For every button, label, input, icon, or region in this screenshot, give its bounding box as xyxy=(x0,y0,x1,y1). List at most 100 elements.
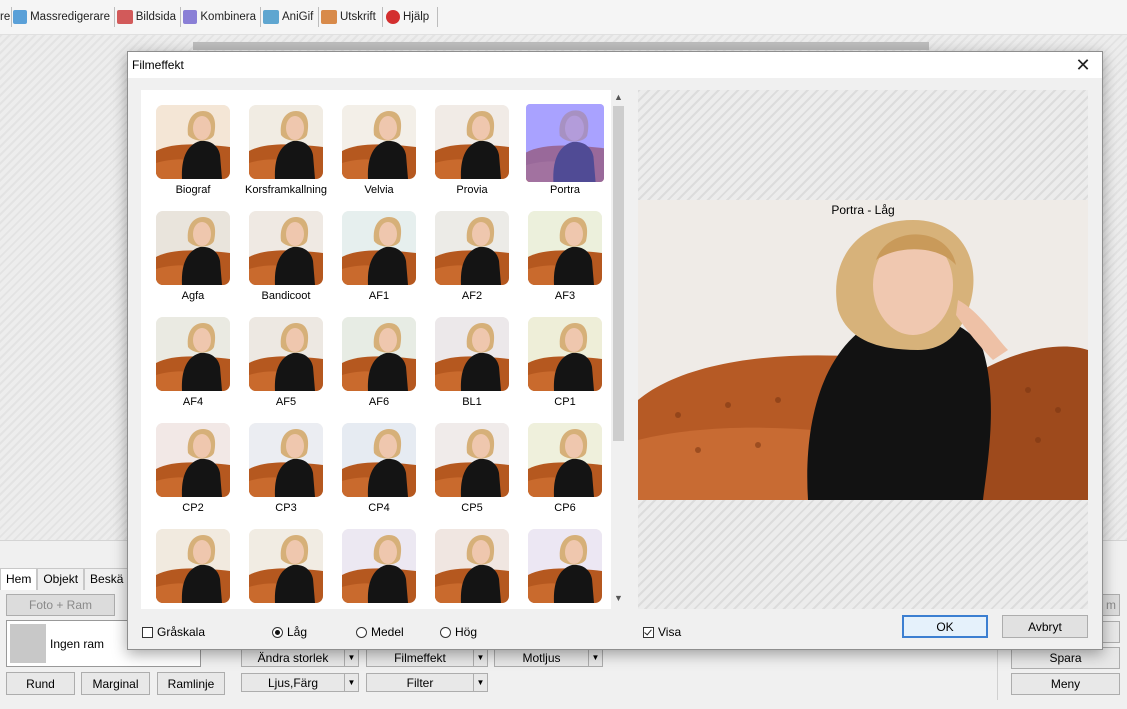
effect-item[interactable] xyxy=(513,514,606,609)
effect-item[interactable]: AF4 xyxy=(141,302,234,408)
frame-thumbnail xyxy=(10,624,46,663)
effect-thumbnail xyxy=(435,529,509,603)
effect-item[interactable] xyxy=(327,514,420,609)
resize-dropdown-icon[interactable]: ▼ xyxy=(344,648,359,667)
effect-label: CP3 xyxy=(275,502,297,514)
effect-item[interactable] xyxy=(141,514,234,609)
effect-thumbnail xyxy=(249,423,323,497)
tab-home[interactable]: Hem xyxy=(0,568,38,590)
intensity-low-radio[interactable]: Låg xyxy=(272,625,307,639)
backlight-button[interactable]: Motljus xyxy=(494,648,589,667)
main-toolbar: re Massredigerare Bildsida Kombinera Ani… xyxy=(0,0,1127,35)
batch-edit-icon xyxy=(13,10,28,24)
scroll-up-icon[interactable]: ▲ xyxy=(611,92,626,106)
effect-item[interactable]: AF5 xyxy=(234,302,327,408)
resize-button[interactable]: Ändra storlek xyxy=(241,648,345,667)
menu-button[interactable]: Meny xyxy=(1011,673,1120,695)
scroll-down-icon[interactable]: ▼ xyxy=(611,593,626,607)
intensity-medium-radio[interactable]: Medel xyxy=(356,625,404,639)
effect-label: AF6 xyxy=(368,396,390,408)
filter-dropdown-icon[interactable]: ▼ xyxy=(473,673,488,692)
effect-item[interactable]: CP4 xyxy=(327,408,420,514)
effect-item[interactable]: CP1 xyxy=(513,302,606,408)
filter-button[interactable]: Filter xyxy=(366,673,474,692)
effect-thumbnail xyxy=(249,529,323,603)
show-checkbox[interactable]: Visa xyxy=(643,625,681,639)
film-effect-button[interactable]: Filmeffekt xyxy=(366,648,474,667)
effect-label: CP6 xyxy=(554,502,576,514)
tab-combine[interactable]: Kombinera xyxy=(183,7,261,27)
margin-button[interactable]: Marginal xyxy=(81,672,150,695)
effect-item[interactable]: CP6 xyxy=(513,408,606,514)
tab-object[interactable]: Objekt xyxy=(37,568,85,590)
tab-print[interactable]: Utskrift xyxy=(321,7,383,27)
intensity-medium-radio-dot[interactable] xyxy=(356,626,367,638)
effect-item[interactable]: CP2 xyxy=(141,408,234,514)
effect-thumbnail xyxy=(526,104,604,182)
effect-item[interactable]: Portra xyxy=(513,90,606,196)
effect-item[interactable] xyxy=(234,514,327,609)
effect-thumbnail xyxy=(156,423,230,497)
effect-item[interactable]: Korsframkallning xyxy=(234,90,327,196)
effect-thumbnail xyxy=(342,211,416,285)
grayscale-checkbox[interactable]: Gråskala xyxy=(142,625,205,639)
effect-thumbnail xyxy=(156,105,230,179)
photo-frame-button[interactable]: Foto + Ram xyxy=(6,594,115,616)
scrollbar-thumb[interactable] xyxy=(613,106,624,441)
image-page-icon xyxy=(117,10,133,24)
tab-batch-editor[interactable]: Massredigerare xyxy=(13,7,115,27)
effect-thumbnail xyxy=(249,105,323,179)
effect-label: Bandicoot xyxy=(261,290,311,302)
intensity-high-label: Hög xyxy=(455,625,478,639)
tab-label: Hjälp xyxy=(403,11,430,23)
light-color-button[interactable]: Ljus,Färg xyxy=(241,673,345,692)
grayscale-checkbox-box[interactable] xyxy=(142,626,153,638)
tab-crop[interactable]: Beskä xyxy=(84,568,130,590)
intensity-low-radio-dot[interactable] xyxy=(272,626,283,638)
tab-help[interactable]: Hjälp xyxy=(386,7,438,27)
dialog-title: Filmeffekt xyxy=(132,58,184,72)
effect-item[interactable]: Provia xyxy=(420,90,513,196)
print-icon xyxy=(321,10,337,24)
cancel-button[interactable]: Avbryt xyxy=(1002,615,1088,638)
effect-label: Velvia xyxy=(364,184,394,196)
effect-item[interactable]: Velvia xyxy=(327,90,420,196)
ok-button[interactable]: OK xyxy=(902,615,988,638)
effect-item[interactable]: CP5 xyxy=(420,408,513,514)
effect-item[interactable]: AF3 xyxy=(513,196,606,302)
effect-item[interactable] xyxy=(420,514,513,609)
tab-image-page[interactable]: Bildsida xyxy=(117,7,181,27)
effect-item[interactable]: CP3 xyxy=(234,408,327,514)
frameline-button[interactable]: Ramlinje xyxy=(157,672,225,695)
effect-thumbnail xyxy=(435,423,509,497)
light-color-dropdown-icon[interactable]: ▼ xyxy=(344,673,359,692)
film-effect-dropdown-icon[interactable]: ▼ xyxy=(473,648,488,667)
effect-thumbnail xyxy=(528,529,602,603)
close-icon[interactable]: ✕ xyxy=(1072,54,1094,76)
effect-item[interactable]: AF2 xyxy=(420,196,513,302)
effect-item[interactable]: BL1 xyxy=(420,302,513,408)
effect-item[interactable]: AF1 xyxy=(327,196,420,302)
intensity-high-radio-dot[interactable] xyxy=(440,626,451,638)
intensity-high-radio[interactable]: Hög xyxy=(440,625,477,639)
show-checkbox-box[interactable] xyxy=(643,626,654,638)
tab-edit[interactable]: re xyxy=(0,7,12,27)
effect-label: Agfa xyxy=(181,290,205,302)
save-button[interactable]: Spara xyxy=(1011,647,1120,669)
effect-item[interactable]: Bandicoot xyxy=(234,196,327,302)
effect-item[interactable]: Biograf xyxy=(141,90,234,196)
tab-label: Massredigerare xyxy=(30,11,110,23)
round-button[interactable]: Rund xyxy=(6,672,75,695)
effect-thumbnail xyxy=(156,211,230,285)
effect-label: BL1 xyxy=(462,396,482,408)
tab-anigif[interactable]: AniGif xyxy=(263,7,319,27)
backlight-dropdown-icon[interactable]: ▼ xyxy=(588,648,603,667)
effect-grid: Biograf Korsframkallning Velvia Provia Portr… xyxy=(141,90,611,609)
effect-grid-scrollbar[interactable]: ▲ ▼ xyxy=(611,90,626,609)
effect-thumbnail xyxy=(342,423,416,497)
effect-item[interactable]: AF6 xyxy=(327,302,420,408)
tab-label: Utskrift xyxy=(340,11,376,23)
effect-label: CP1 xyxy=(554,396,576,408)
effect-item[interactable]: Agfa xyxy=(141,196,234,302)
combine-icon xyxy=(183,10,198,24)
